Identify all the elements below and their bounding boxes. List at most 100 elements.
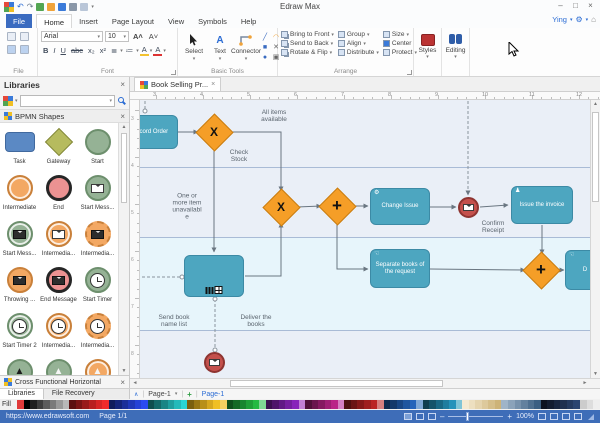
bpmn-gateway-x-gateway-x-2[interactable]: X bbox=[268, 194, 295, 221]
arrange-center-button[interactable]: Center bbox=[383, 40, 417, 47]
bottom-library-close-icon[interactable]: × bbox=[120, 378, 125, 387]
font-button-2[interactable]: U bbox=[59, 46, 68, 55]
ribbon-tab-insert[interactable]: Insert bbox=[72, 14, 105, 28]
flow-label[interactable]: Deliver the books bbox=[240, 314, 271, 328]
font-color-icon[interactable]: A bbox=[153, 45, 162, 56]
status-url[interactable]: https://www.edrawsoft.com bbox=[6, 413, 89, 420]
font-button-4[interactable]: x₂ bbox=[86, 46, 97, 55]
fit-page-icon[interactable] bbox=[550, 413, 558, 420]
library-shape-start-mess-[interactable]: Start Mess... bbox=[78, 171, 117, 217]
arrange-send-to-back-button[interactable]: Send to Back▾ bbox=[281, 40, 334, 47]
ribbon-group-styles[interactable]: Styles ▾ bbox=[414, 28, 442, 76]
bpmn-task-separate-books[interactable]: Separate books of the request☜ bbox=[370, 249, 430, 288]
connector-tool-button[interactable]: Connector▾ bbox=[233, 30, 259, 66]
font-button-1[interactable]: I bbox=[51, 46, 57, 55]
arrange-align-button[interactable]: Align▾ bbox=[338, 40, 379, 47]
search-icon[interactable] bbox=[118, 97, 124, 103]
scroll-right-icon[interactable]: ► bbox=[580, 379, 590, 388]
zoom-slider-knob[interactable] bbox=[466, 412, 469, 421]
ellipse-tool-icon[interactable]: ● bbox=[261, 54, 269, 62]
ribbon-tab-page-layout[interactable]: Page Layout bbox=[105, 14, 161, 28]
flow-label[interactable]: Confirm Receipt bbox=[482, 220, 505, 234]
library-shape-task[interactable]: Task bbox=[0, 125, 39, 171]
user-dropdown-icon[interactable]: ▾ bbox=[570, 17, 573, 23]
list-dropdown-icon[interactable]: ▾ bbox=[136, 48, 139, 54]
library-shape-gateway[interactable]: Gateway bbox=[39, 125, 78, 171]
library-shape-end-message[interactable]: End Message bbox=[39, 263, 78, 309]
user-name[interactable]: Ying bbox=[552, 15, 567, 24]
home-icon[interactable]: ⌂ bbox=[591, 15, 596, 24]
library-shape-end[interactable]: End bbox=[39, 171, 78, 217]
ribbon-tab-home[interactable]: Home bbox=[36, 14, 72, 28]
line-tool-icon[interactable]: ╱ bbox=[261, 34, 269, 42]
bpmn-task-change-issue[interactable]: Change Issue⚙ bbox=[370, 188, 430, 225]
library-shape-start-timer[interactable]: Start Timer bbox=[78, 263, 117, 309]
increase-font-button[interactable]: A˄ bbox=[131, 31, 145, 42]
libraries-close-icon[interactable]: × bbox=[120, 80, 125, 89]
sequence-flow[interactable] bbox=[480, 205, 508, 207]
font-dialog-launcher-icon[interactable] bbox=[171, 70, 176, 75]
highlight-dropdown-icon[interactable]: ▾ bbox=[150, 48, 153, 54]
arrange-bring-to-front-button[interactable]: Bring to Front▾ bbox=[281, 31, 334, 38]
page-dropdown-icon[interactable]: ▾ bbox=[175, 391, 178, 397]
library-shape-shape-17[interactable]: ▲ bbox=[78, 355, 117, 375]
panel-tab-libraries[interactable]: Libraries bbox=[0, 389, 44, 399]
zoom-in-button[interactable]: + bbox=[507, 412, 512, 421]
add-page-button[interactable]: + bbox=[187, 390, 192, 399]
page-selector[interactable]: Page-1 bbox=[148, 391, 171, 398]
library-shape-intermedia-[interactable]: Intermedia... bbox=[78, 309, 117, 355]
bpmn-task-subprocess[interactable] bbox=[184, 255, 244, 297]
drawing-page[interactable]: Record OrderXX+Change Issue⚙Issue the in… bbox=[140, 100, 600, 378]
font-button-5[interactable]: x² bbox=[98, 46, 108, 55]
panel-tab-file-recovery[interactable]: File Recovery bbox=[44, 389, 103, 399]
scroll-up-icon[interactable]: ▲ bbox=[591, 101, 600, 107]
vertical-scrollbar[interactable]: ▲ ▼ bbox=[590, 100, 600, 378]
arrange-group-button[interactable]: Group▾ bbox=[338, 31, 379, 38]
library-dropdown-icon[interactable]: ▾ bbox=[15, 98, 18, 104]
arrange-distribute-button[interactable]: Distribute▾ bbox=[338, 49, 379, 56]
page-view-icon[interactable] bbox=[416, 413, 424, 420]
fit-window-icon[interactable] bbox=[538, 413, 546, 420]
font-name-combobox[interactable]: Arial▾ bbox=[41, 31, 103, 42]
library-section-close-icon[interactable]: × bbox=[120, 112, 125, 121]
flow-label[interactable]: Send book name list bbox=[158, 314, 189, 328]
ribbon-tab-view[interactable]: View bbox=[161, 14, 191, 28]
horizontal-scrollbar[interactable]: ◄ ► bbox=[130, 378, 600, 388]
library-search-input[interactable]: ▾ bbox=[20, 95, 115, 107]
decrease-font-button[interactable]: A˅ bbox=[147, 31, 160, 42]
library-shape-start-timer-2[interactable]: Start Timer 2 bbox=[0, 309, 39, 355]
library-shape-start-mess-[interactable]: Start Mess... bbox=[0, 217, 39, 263]
presentation-view-icon[interactable] bbox=[428, 413, 436, 420]
zoom-level[interactable]: 100% bbox=[516, 413, 534, 420]
scroll-left-icon[interactable]: ◄ bbox=[130, 379, 140, 388]
library-shape-shape-16[interactable]: ▲ bbox=[39, 355, 78, 375]
ribbon-tab-file[interactable]: File bbox=[6, 14, 32, 28]
ribbon-group-editing[interactable]: Editing ▾ bbox=[442, 28, 470, 76]
library-shape-throwing-[interactable]: Throwing ... bbox=[0, 263, 39, 309]
ribbon-tab-help[interactable]: Help bbox=[234, 14, 263, 28]
select-tool-button[interactable]: Select▾ bbox=[181, 30, 207, 66]
flow-label[interactable]: Check Stock bbox=[230, 149, 248, 163]
library-shape-intermediate[interactable]: Intermediate bbox=[0, 171, 39, 217]
sequence-flow[interactable] bbox=[430, 269, 525, 270]
line-spacing-dropdown-icon[interactable]: ▾ bbox=[120, 48, 123, 54]
arrange-dialog-launcher-icon[interactable] bbox=[407, 70, 412, 75]
library-shape-intermedia-[interactable]: Intermedia... bbox=[39, 217, 78, 263]
font-button-3[interactable]: abc bbox=[69, 46, 85, 55]
close-button[interactable]: × bbox=[583, 0, 598, 12]
line-spacing-icon[interactable]: ≣ bbox=[109, 46, 119, 55]
sequence-flow[interactable] bbox=[245, 223, 281, 276]
library-shape-start[interactable]: Start bbox=[78, 125, 117, 171]
document-close-icon[interactable]: × bbox=[211, 81, 215, 88]
bpmn-task-issue-invoice[interactable]: Issue the invoice♟ bbox=[511, 186, 573, 224]
flow-label[interactable]: One or more item unavailabl e bbox=[172, 193, 201, 222]
font-size-combobox[interactable]: 10▾ bbox=[105, 31, 129, 42]
magnifier-icon[interactable] bbox=[562, 413, 570, 420]
grid-icon[interactable] bbox=[574, 413, 582, 420]
bpmn-gateway-plus-gateway-plus-1[interactable]: + bbox=[324, 193, 351, 220]
text-tool-button[interactable]: AText▾ bbox=[207, 30, 233, 66]
scroll-down-icon[interactable]: ▼ bbox=[591, 371, 600, 377]
resize-grip-icon[interactable] bbox=[588, 414, 594, 420]
library-palette-icon[interactable] bbox=[3, 96, 8, 101]
normal-view-icon[interactable] bbox=[404, 413, 412, 420]
